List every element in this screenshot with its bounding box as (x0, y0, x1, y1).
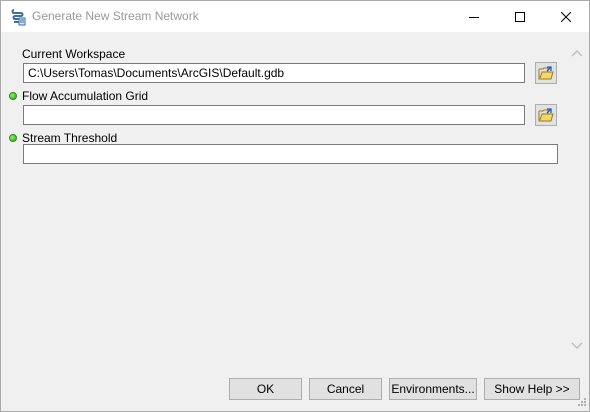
flow-accumulation-label: Flow Accumulation Grid (22, 89, 149, 103)
environments-button[interactable]: Environments... (389, 378, 477, 400)
workspace-browse-button[interactable] (535, 62, 557, 84)
required-indicator-icon (9, 92, 17, 100)
scroll-up-icon[interactable] (571, 48, 583, 60)
resize-grip-icon[interactable] (577, 397, 587, 407)
cancel-button[interactable]: Cancel (309, 378, 382, 400)
minimize-icon (469, 16, 479, 18)
show-help-button[interactable]: Show Help >> (484, 378, 580, 400)
close-icon (561, 11, 571, 22)
maximize-button[interactable] (497, 1, 543, 32)
close-button[interactable] (543, 1, 589, 32)
window-title: Generate New Stream Network (32, 9, 199, 23)
maximize-icon (515, 11, 525, 22)
tool-dialog-window: Generate New Stream Network Current Work… (0, 0, 590, 412)
flow-accumulation-field[interactable] (23, 105, 525, 125)
vertical-scrollbar[interactable] (567, 36, 587, 367)
workspace-label: Current Workspace (22, 47, 126, 61)
scroll-down-icon[interactable] (571, 339, 583, 351)
title-bar[interactable]: Generate New Stream Network (1, 1, 589, 32)
parameters-panel (4, 36, 569, 367)
workspace-field[interactable] (23, 63, 525, 83)
open-folder-icon (538, 66, 554, 80)
flow-accumulation-browse-button[interactable] (535, 104, 557, 126)
minimize-button[interactable] (451, 1, 497, 32)
required-indicator-icon (9, 134, 17, 142)
stream-threshold-label: Stream Threshold (22, 131, 118, 145)
ok-button[interactable]: OK (229, 378, 302, 400)
open-folder-icon (538, 108, 554, 122)
stream-threshold-field[interactable] (23, 144, 558, 164)
script-tool-icon (10, 8, 26, 26)
